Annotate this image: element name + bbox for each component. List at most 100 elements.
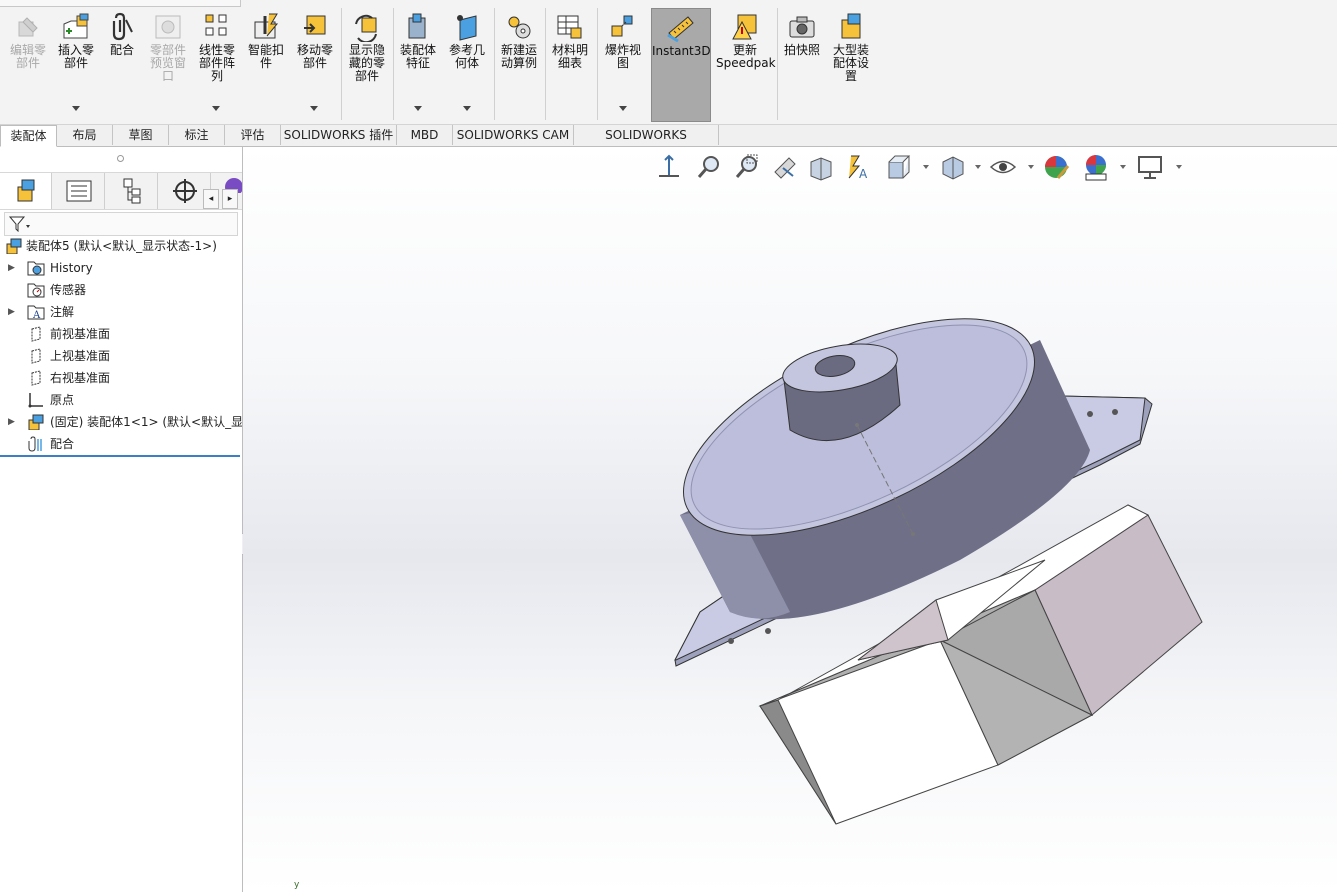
tree-item-sensors[interactable]: 传感器	[0, 279, 242, 301]
take-snapshot-button[interactable]: 拍快照	[780, 12, 824, 57]
expand-arrow-icon[interactable]: ▶	[8, 301, 15, 323]
update-speedpak-button[interactable]: 更新Speedpak	[716, 12, 776, 70]
plane-icon	[31, 326, 41, 342]
assembly-icon	[6, 238, 22, 254]
smart-fasteners-button[interactable]: 智能扣件	[244, 12, 288, 70]
tree-item-origin[interactable]: 原点	[0, 389, 242, 411]
motion-study-gear-icon	[508, 16, 531, 39]
edit-component-button[interactable]: 编辑零部件	[6, 12, 50, 70]
plane-icon	[31, 370, 41, 386]
filter-icon	[9, 216, 30, 232]
new-motion-study-button[interactable]: 新建运动算例	[497, 12, 541, 70]
tree-root-assembly[interactable]: 装配体5 (默认<默认_显示状态-1>)	[0, 235, 242, 257]
exploded-view-button[interactable]: 爆炸视图	[600, 12, 646, 70]
edit-component-icon	[18, 17, 38, 37]
tab-sketch[interactable]: 草图	[113, 125, 169, 145]
warning-triangle-icon	[732, 14, 757, 40]
tab-solidworks-addins[interactable]: SOLIDWORKS 插件	[281, 125, 397, 145]
take-snapshot-label: 拍快照	[783, 43, 820, 57]
tree-item-annotations[interactable]: ▶ A 注解	[0, 301, 242, 323]
tab-solidworks-cam[interactable]: SOLIDWORKS CAM	[453, 125, 574, 145]
tree-root-label: 装配体5 (默认<默认_显示状态-1>)	[26, 239, 217, 253]
component-preview-button[interactable]: 零部件预览窗口	[146, 12, 190, 83]
show-hidden-components-button[interactable]: 显示隐藏的零部件	[345, 12, 389, 83]
smart-fasteners-icon	[254, 13, 279, 39]
assembly-model-3d[interactable]	[243, 147, 1337, 892]
tree-item-front-plane[interactable]: 前视基准面	[0, 323, 242, 345]
ribbon-separator	[777, 8, 778, 120]
propertymanager-tab[interactable]	[53, 173, 105, 209]
tree-item-label: 传感器	[50, 283, 87, 297]
expand-arrow-icon[interactable]: ▶	[8, 411, 15, 433]
tree-item-subassembly[interactable]: ▶ (固定) 装配体1<1> (默认<默认_显示	[0, 411, 242, 433]
exploded-view-dropdown[interactable]	[619, 106, 627, 111]
tree-item-history[interactable]: ▶ History	[0, 257, 242, 279]
insert-components-button[interactable]: 插入零部件	[54, 12, 98, 70]
linear-pattern-dropdown[interactable]	[212, 106, 220, 111]
tree-rollback-bar[interactable]	[0, 455, 240, 457]
assembly-features-label: 装配体特征	[399, 43, 436, 70]
move-component-button[interactable]: 移动零部件	[293, 12, 337, 70]
paperclip-icon	[112, 12, 133, 41]
ribbon-separator	[494, 8, 495, 120]
linear-pattern-button[interactable]: 线性零部件阵列	[195, 12, 239, 83]
subassembly-icon	[28, 414, 44, 430]
reference-geometry-dropdown[interactable]	[463, 106, 471, 111]
panel-grip[interactable]	[0, 147, 242, 169]
large-assembly-icon	[841, 13, 861, 39]
exploded-view-icon	[611, 15, 633, 37]
triad-axis-label: y	[294, 880, 300, 890]
move-component-dropdown[interactable]	[310, 106, 318, 111]
tree-item-label: History	[50, 261, 93, 275]
tab-assembly[interactable]: 装配体	[0, 125, 57, 147]
reference-geometry-button[interactable]: 参考几何体	[445, 12, 489, 70]
feature-manager-panel: ◂ ▸ 装配体5 (默认<默认_显示状态-1>) ▶ History 传感器 ▶…	[0, 147, 243, 892]
featuremanager-tab[interactable]	[0, 173, 52, 209]
bill-of-materials-label: 材料明细表	[551, 43, 588, 70]
tab-solidworks-inspection[interactable]: SOLIDWORKS Inspection	[574, 125, 719, 162]
move-component-label: 移动零部件	[296, 43, 333, 70]
tab-layout[interactable]: 布局	[57, 125, 113, 145]
reference-geometry-icon	[457, 15, 477, 41]
reference-geometry-label: 参考几何体	[448, 43, 485, 70]
table-icon	[557, 15, 582, 39]
show-hidden-label: 显示隐藏的零部件	[348, 43, 385, 83]
large-assembly-settings-button[interactable]: 大型装配体设置	[829, 12, 873, 83]
tree-item-top-plane[interactable]: 上视基准面	[0, 345, 242, 367]
tree-filter-box[interactable]	[4, 212, 238, 236]
mate-button[interactable]: 配合	[104, 12, 140, 57]
configurationmanager-tab[interactable]	[106, 173, 158, 209]
tree-item-mates[interactable]: 配合	[0, 433, 242, 455]
ribbon-separator	[545, 8, 546, 120]
assembly-features-icon	[408, 13, 426, 39]
tree-item-label: (固定) 装配体1<1> (默认<默认_显示	[50, 415, 242, 429]
annotation-icon: A	[27, 305, 45, 320]
svg-text:A: A	[32, 310, 41, 320]
tree-item-label: 上视基准面	[50, 349, 111, 363]
tab-markup[interactable]: 标注	[169, 125, 225, 145]
manager-tabs: ◂ ▸	[0, 172, 242, 210]
edit-component-label: 编辑零部件	[9, 43, 46, 70]
insert-components-label: 插入零部件	[57, 43, 94, 70]
ribbon-separator	[393, 8, 394, 120]
tree-item-right-plane[interactable]: 右视基准面	[0, 367, 242, 389]
tree-item-label: 右视基准面	[50, 371, 111, 385]
instant3d-button[interactable]: Instant3D	[651, 8, 711, 122]
ribbon-separator	[597, 8, 598, 120]
crosshair-icon	[173, 179, 197, 203]
tree-item-label: 原点	[50, 393, 75, 407]
bill-of-materials-button[interactable]: 材料明细表	[548, 12, 592, 70]
show-hidden-icon	[355, 14, 377, 42]
tabs-scroll-left[interactable]: ◂	[203, 189, 219, 209]
move-component-icon	[304, 15, 326, 35]
assembly-tree-icon	[17, 179, 35, 202]
tab-mbd[interactable]: MBD	[397, 125, 453, 145]
tab-evaluate[interactable]: 评估	[225, 125, 281, 145]
tabs-scroll-right[interactable]: ▸	[222, 189, 238, 209]
insert-components-dropdown[interactable]	[72, 106, 80, 111]
assembly-features-button[interactable]: 装配体特征	[396, 12, 440, 70]
assembly-features-dropdown[interactable]	[414, 106, 422, 111]
expand-arrow-icon[interactable]: ▶	[8, 257, 15, 279]
component-preview-label: 零部件预览窗口	[149, 43, 186, 83]
camera-icon	[789, 16, 815, 38]
